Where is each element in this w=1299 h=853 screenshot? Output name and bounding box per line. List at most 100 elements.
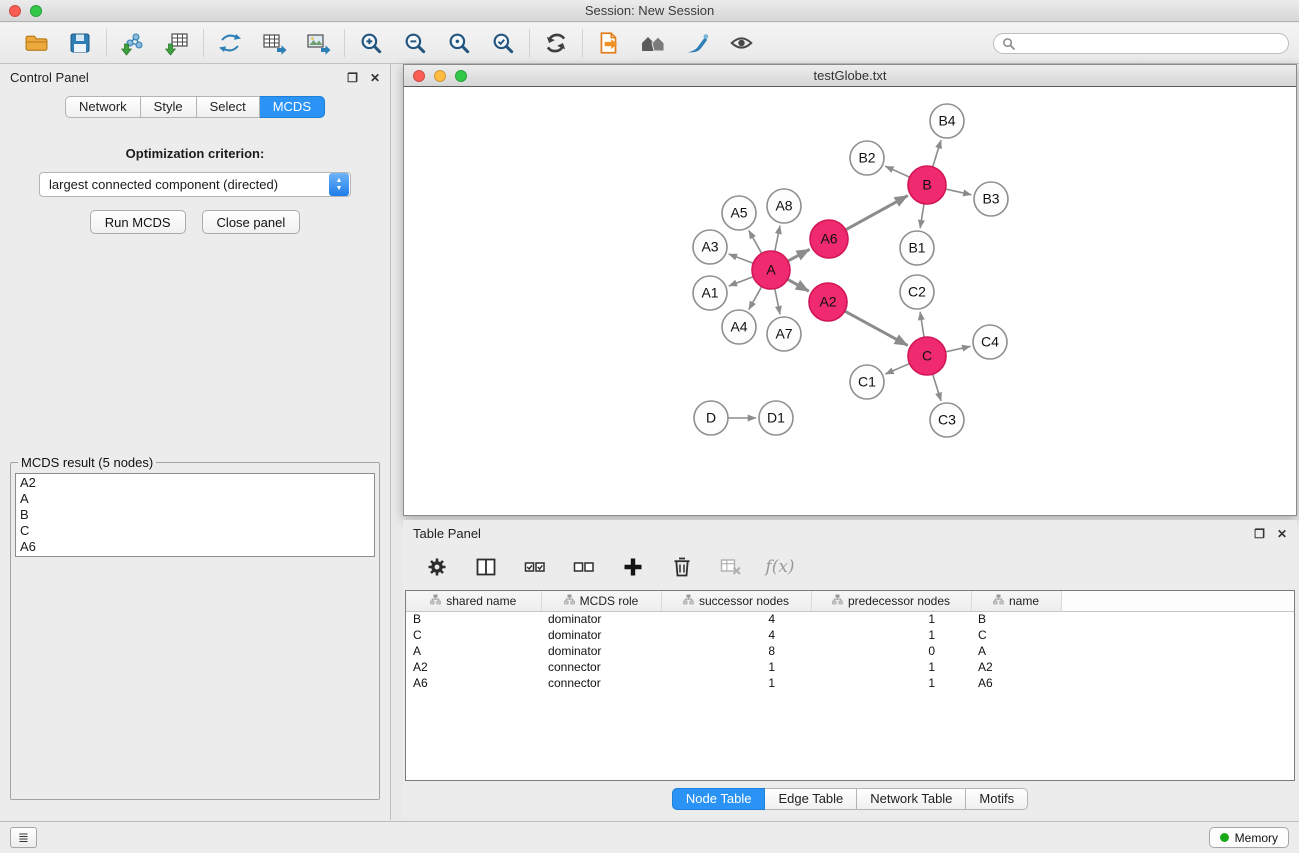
table-cell[interactable]: 0: [811, 643, 971, 659]
table-cell[interactable]: dominator: [541, 627, 661, 643]
memory-button[interactable]: Memory: [1209, 827, 1289, 848]
table-row[interactable]: A2connector11A2: [406, 659, 1294, 675]
table-cell[interactable]: dominator: [541, 643, 661, 659]
table-row[interactable]: Cdominator41C: [406, 627, 1294, 643]
graph-node-A1[interactable]: A1: [693, 276, 727, 310]
tab-motifs[interactable]: Motifs: [966, 788, 1028, 810]
mcds-result-item[interactable]: A6: [20, 539, 370, 555]
mcds-result-item[interactable]: A2: [20, 475, 370, 491]
graph-node-A[interactable]: A: [752, 251, 790, 289]
column-header-shared-name[interactable]: shared name: [406, 591, 541, 611]
table-row[interactable]: Bdominator41B: [406, 611, 1294, 627]
table-cell[interactable]: 1: [811, 611, 971, 627]
graph-node-A2[interactable]: A2: [809, 283, 847, 321]
show-hide-button[interactable]: [725, 27, 757, 59]
graph-node-A8[interactable]: A8: [767, 189, 801, 223]
import-file-button[interactable]: [593, 27, 625, 59]
tab-mcds[interactable]: MCDS: [260, 96, 325, 118]
close-panel-button[interactable]: Close panel: [202, 210, 301, 234]
style-brush-button[interactable]: [681, 27, 713, 59]
column-header-predecessor-nodes[interactable]: predecessor nodes: [811, 591, 971, 611]
graph-edge-C-C1[interactable]: [885, 364, 909, 374]
run-mcds-button[interactable]: Run MCDS: [90, 210, 186, 234]
graph-node-B3[interactable]: B3: [974, 182, 1008, 216]
network-canvas[interactable]: AA1A2A3A4A5A6A7A8BB1B2B3B4CC1C2C3C4DD1: [404, 88, 1296, 515]
graph-edge-B-B1[interactable]: [920, 204, 924, 228]
deselect-all-columns-button[interactable]: [570, 553, 598, 581]
zoom-out-button[interactable]: [399, 27, 431, 59]
table-cell[interactable]: A: [971, 643, 1061, 659]
tab-edge-table[interactable]: Edge Table: [765, 788, 857, 810]
search-box[interactable]: [993, 33, 1289, 54]
graph-node-B2[interactable]: B2: [850, 141, 884, 175]
graph-edge-A6-B[interactable]: [846, 196, 908, 230]
export-image-button[interactable]: [302, 27, 334, 59]
function-builder-button[interactable]: f(x): [766, 553, 794, 581]
graph-node-A3[interactable]: A3: [693, 230, 727, 264]
graph-edge-B-B4[interactable]: [933, 140, 941, 167]
float-panel-icon[interactable]: ❐: [1254, 527, 1265, 541]
network-graph[interactable]: AA1A2A3A4A5A6A7A8BB1B2B3B4CC1C2C3C4DD1: [404, 88, 1296, 515]
table-cell[interactable]: B: [406, 611, 541, 627]
mcds-result-list[interactable]: A2ABCA6: [15, 473, 375, 557]
graph-node-C2[interactable]: C2: [900, 275, 934, 309]
network-table-button[interactable]: [258, 27, 290, 59]
node-table[interactable]: shared nameMCDS rolesuccessor nodesprede…: [405, 590, 1295, 781]
close-panel-icon[interactable]: ✕: [370, 71, 380, 85]
tab-style[interactable]: Style: [141, 96, 197, 118]
graph-node-A6[interactable]: A6: [810, 220, 848, 258]
delete-column-button[interactable]: [668, 553, 696, 581]
graph-node-C1[interactable]: C1: [850, 365, 884, 399]
graph-edge-A-A4[interactable]: [749, 287, 762, 310]
graph-node-B4[interactable]: B4: [930, 104, 964, 138]
table-cell[interactable]: 1: [811, 627, 971, 643]
graph-edge-A-A7[interactable]: [775, 289, 780, 315]
table-cell[interactable]: A2: [406, 659, 541, 675]
graph-edge-C-C3[interactable]: [933, 374, 941, 401]
graph-node-A4[interactable]: A4: [722, 310, 756, 344]
table-cell[interactable]: 1: [661, 659, 811, 675]
graph-edge-A-A1[interactable]: [729, 277, 754, 286]
graph-edge-C-C4[interactable]: [946, 346, 971, 352]
float-panel-icon[interactable]: ❐: [347, 71, 358, 85]
zoom-actual-button[interactable]: [443, 27, 475, 59]
graph-edge-A-A3[interactable]: [729, 254, 754, 263]
table-cell[interactable]: 4: [661, 611, 811, 627]
table-row[interactable]: A6connector11A6: [406, 675, 1294, 691]
table-row[interactable]: Adominator80A: [406, 643, 1294, 659]
table-cell[interactable]: A6: [971, 675, 1061, 691]
close-panel-icon[interactable]: ✕: [1277, 527, 1287, 541]
criterion-select[interactable]: largest connected component (directed) ▲…: [39, 172, 351, 197]
column-header-name[interactable]: name: [971, 591, 1061, 611]
delete-table-button[interactable]: [717, 553, 745, 581]
table-settings-button[interactable]: [423, 553, 451, 581]
graph-edge-C-C2[interactable]: [920, 312, 924, 337]
graph-edge-B-B2[interactable]: [885, 166, 909, 177]
select-all-columns-button[interactable]: [521, 553, 549, 581]
table-cell[interactable]: A2: [971, 659, 1061, 675]
graph-node-B1[interactable]: B1: [900, 231, 934, 265]
create-column-button[interactable]: [619, 553, 647, 581]
graph-node-C[interactable]: C: [908, 337, 946, 375]
table-cell[interactable]: A6: [406, 675, 541, 691]
tab-node-table[interactable]: Node Table: [672, 788, 766, 810]
table-cell[interactable]: A: [406, 643, 541, 659]
graph-node-B[interactable]: B: [908, 166, 946, 204]
search-input[interactable]: [1020, 35, 1280, 51]
graph-edge-A-A5[interactable]: [749, 230, 762, 253]
graph-node-C3[interactable]: C3: [930, 403, 964, 437]
zoom-in-button[interactable]: [355, 27, 387, 59]
show-panels-button[interactable]: ≣: [10, 827, 37, 848]
table-cell[interactable]: connector: [541, 659, 661, 675]
mcds-result-item[interactable]: A: [20, 491, 370, 507]
column-header-successor-nodes[interactable]: successor nodes: [661, 591, 811, 611]
table-cell[interactable]: 8: [661, 643, 811, 659]
graph-edge-A-A8[interactable]: [775, 226, 780, 252]
refresh-button[interactable]: [540, 27, 572, 59]
table-cell[interactable]: C: [406, 627, 541, 643]
import-table-button[interactable]: [161, 27, 193, 59]
graph-edge-A-A6[interactable]: [788, 249, 810, 261]
table-cell[interactable]: connector: [541, 675, 661, 691]
open-session-button[interactable]: [20, 27, 52, 59]
home-view-button[interactable]: [637, 27, 669, 59]
